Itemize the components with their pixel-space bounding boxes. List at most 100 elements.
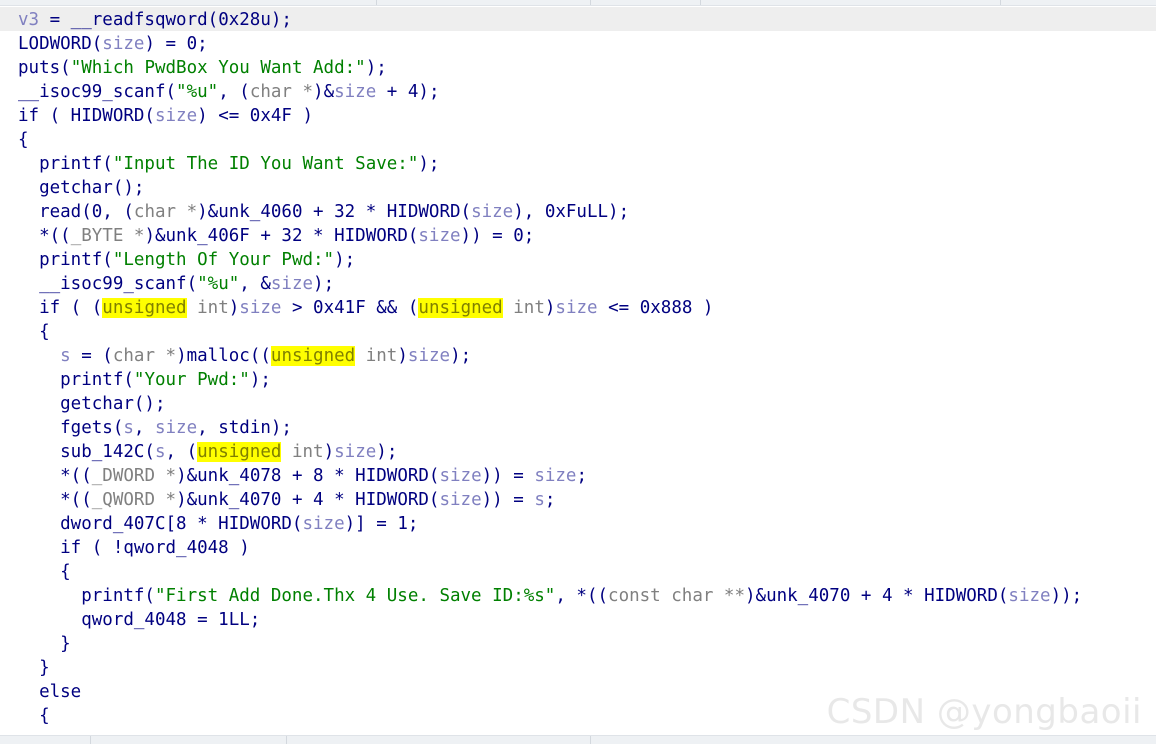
variable-token: size xyxy=(334,442,377,462)
code-line[interactable]: } xyxy=(18,656,1082,680)
code-token: ); xyxy=(376,442,398,462)
code-token: , & xyxy=(239,274,271,294)
code-line[interactable]: read(0, (char *)&unk_4060 + 32 * HIDWORD… xyxy=(18,200,1082,224)
type-token: char * xyxy=(133,202,198,222)
type-token: _DWORD * xyxy=(91,466,177,486)
code-token: *(( xyxy=(18,466,92,486)
variable-token: size xyxy=(534,466,577,486)
code-line[interactable]: if ( (unsigned int)size > 0x41F && (unsi… xyxy=(18,296,1082,320)
code-token: { xyxy=(18,706,50,726)
code-token: ); xyxy=(249,370,271,390)
type-token: char * xyxy=(112,346,177,366)
variable-token: s xyxy=(60,346,71,366)
bottom-status-strip xyxy=(0,735,1156,744)
code-line[interactable]: if ( HIDWORD(size) <= 0x4F ) xyxy=(18,104,1082,128)
code-line[interactable]: } xyxy=(18,632,1082,656)
code-token: ) xyxy=(544,298,556,318)
code-line[interactable]: __isoc99_scanf("%u", &size); xyxy=(18,272,1082,296)
code-token: if ( HIDWORD( xyxy=(18,106,155,126)
code-token: ); xyxy=(450,346,472,366)
code-token: printf( xyxy=(18,370,134,390)
code-line[interactable]: dword_407C[8 * HIDWORD(size)] = 1; xyxy=(18,512,1082,536)
code-token: ) xyxy=(397,346,408,366)
code-line[interactable]: printf("Your Pwd:"); xyxy=(18,368,1082,392)
code-token: )&unk_4078 + 8 * HIDWORD( xyxy=(176,466,440,486)
code-token: ; xyxy=(544,490,556,510)
code-line[interactable]: qword_4048 = 1LL; xyxy=(18,608,1082,632)
variable-token: s xyxy=(534,490,545,510)
type-token: _QWORD * xyxy=(91,490,177,510)
variable-token: size xyxy=(154,418,198,438)
code-token: getchar(); xyxy=(18,394,166,414)
code-token: } xyxy=(18,658,50,678)
code-line[interactable]: puts("Which PwdBox You Want Add:"); xyxy=(18,56,1082,80)
code-token: )malloc(( xyxy=(176,346,271,366)
code-token: puts( xyxy=(18,58,71,78)
code-line[interactable]: if ( !qword_4048 ) xyxy=(18,536,1082,560)
variable-token: size xyxy=(555,298,598,318)
pseudocode-editor[interactable]: v3 = __readfsqword(0x28u); LODWORD(size) … xyxy=(0,0,1156,744)
code-token: ) xyxy=(323,442,335,462)
code-token: getchar(); xyxy=(18,178,145,198)
string-token: "Your Pwd:" xyxy=(133,370,250,390)
code-token: )&unk_4070 + 4 * HIDWORD( xyxy=(745,586,1009,606)
code-token: read(0, ( xyxy=(18,202,134,222)
tab-strip xyxy=(0,0,1156,6)
type-token: int xyxy=(186,298,229,318)
type-token: int xyxy=(502,298,545,318)
string-token: "Length Of Your Pwd:" xyxy=(112,250,335,270)
code-line[interactable]: getchar(); xyxy=(18,176,1082,200)
code-token: )] = 1; xyxy=(344,514,419,534)
highlighted-keyword-token: unsigned xyxy=(418,298,503,318)
variable-token: s xyxy=(123,418,134,438)
code-line[interactable]: getchar(); xyxy=(18,392,1082,416)
code-token: , *(( xyxy=(555,586,609,606)
code-line[interactable]: LODWORD(size) = 0; xyxy=(18,32,1082,56)
code-token: <= 0x888 ) xyxy=(597,298,714,318)
code-line[interactable]: __isoc99_scanf("%u", (char *)&size + 4); xyxy=(18,80,1082,104)
variable-token: size xyxy=(102,34,145,54)
code-token: )) = xyxy=(481,466,535,486)
code-token: if ( !qword_4048 ) xyxy=(18,538,250,558)
type-token: int xyxy=(355,346,398,366)
code-line[interactable]: *((_DWORD *)&unk_4078 + 8 * HIDWORD( size… xyxy=(18,464,1082,488)
variable-token: size xyxy=(302,514,345,534)
variable-token: size xyxy=(439,490,482,510)
code-line[interactable]: *((_BYTE *)&unk_406F + 32 * HIDWORD(size… xyxy=(18,224,1082,248)
code-token: ) <= 0x4F ) xyxy=(197,106,314,126)
code-token: { xyxy=(18,322,50,342)
code-token: , ( xyxy=(218,82,250,102)
variable-token: size xyxy=(239,298,282,318)
code-line[interactable]: *((_QWORD *)&unk_4070 + 4 * HIDWORD(size… xyxy=(18,488,1082,512)
code-line[interactable]: s = (char *)malloc((unsigned int)size); xyxy=(18,344,1082,368)
code-listing[interactable]: v3 = __readfsqword(0x28u); LODWORD(size) … xyxy=(18,8,1082,728)
code-token: if ( ( xyxy=(18,298,103,318)
code-token: = ( xyxy=(70,346,113,366)
type-token: int xyxy=(281,442,324,462)
code-token: )& xyxy=(313,82,335,102)
code-token: ) = 0; xyxy=(144,34,208,54)
highlighted-keyword-token: unsigned xyxy=(197,442,282,462)
code-line[interactable]: v3 = __readfsqword(0x28u); xyxy=(18,8,1082,32)
code-line[interactable]: { xyxy=(18,560,1082,584)
type-token: const char ** xyxy=(608,586,745,606)
variable-token: size xyxy=(1008,586,1051,606)
code-token: , xyxy=(133,418,155,438)
code-token: ); xyxy=(313,274,335,294)
code-line[interactable]: { xyxy=(18,320,1082,344)
code-line[interactable]: printf("First Add Done.Thx 4 Use. Save I… xyxy=(18,584,1082,608)
code-line[interactable]: printf("Length Of Your Pwd:"); xyxy=(18,248,1082,272)
code-token: ); xyxy=(418,154,440,174)
code-line[interactable]: printf("Input The ID You Want Save:"); xyxy=(18,152,1082,176)
code-line[interactable]: sub_142C(s, (unsigned int)size); xyxy=(18,440,1082,464)
variable-token: size xyxy=(154,106,198,126)
code-token: { xyxy=(18,130,29,150)
code-line[interactable]: { xyxy=(18,128,1082,152)
code-token: *(( xyxy=(18,226,71,246)
code-token: printf( xyxy=(18,154,113,174)
code-line[interactable]: fgets(s, size, stdin); xyxy=(18,416,1082,440)
code-token: ; xyxy=(576,466,588,486)
code-token: > 0x41F && ( xyxy=(281,298,419,318)
variable-token: s xyxy=(154,442,166,462)
